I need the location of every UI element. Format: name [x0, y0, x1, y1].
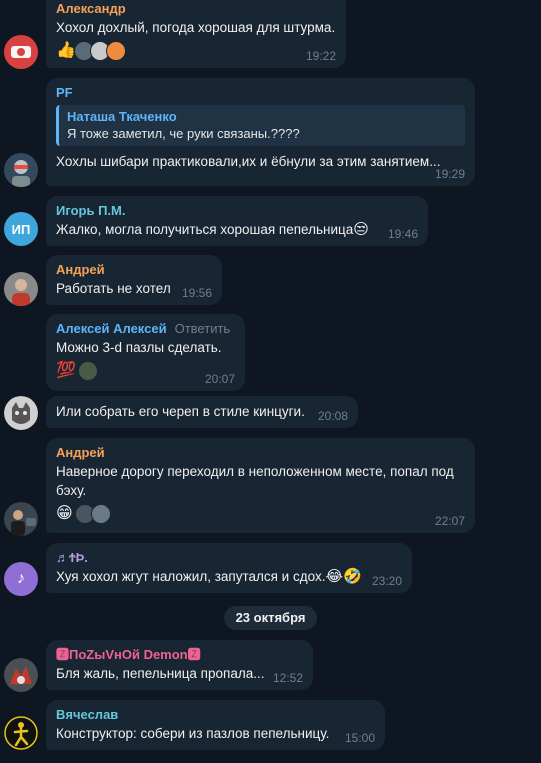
- reply-author: Наташа Ткаченко: [67, 109, 177, 124]
- message-sender[interactable]: Алексей Алексей Ответить: [56, 320, 235, 338]
- avatar-initials: ИП: [11, 221, 31, 237]
- reply-text: Я тоже заметил, че руки связаны.????: [67, 126, 300, 141]
- message-time: 15:00: [344, 731, 375, 745]
- message-bubble[interactable]: Или собрать его череп в стиле кинцуги. 2…: [46, 396, 358, 428]
- message-text: Хохол дохлый, погода хорошая для штурма.: [56, 20, 336, 35]
- reactions[interactable]: 😁: [56, 503, 465, 525]
- avatar[interactable]: [4, 502, 38, 536]
- message-sender[interactable]: Андрей: [56, 261, 212, 279]
- message-time: 19:29: [434, 167, 465, 181]
- reactor-avatar: [77, 361, 98, 381]
- avatar[interactable]: [4, 153, 38, 187]
- message-sender[interactable]: PF: [56, 84, 465, 102]
- message-sender[interactable]: Игорь П.М.: [56, 202, 418, 220]
- message-time: 19:46: [387, 227, 418, 241]
- message-bubble[interactable]: 🆉ПоZыVнОй Demon🆉 Бля жаль, пепельница пр…: [46, 640, 313, 690]
- message-time: 20:08: [317, 409, 348, 423]
- message-bubble[interactable]: Андрей Работать не хотел 19:56: [46, 255, 222, 305]
- message-text: Или собрать его череп в стиле кинцуги.: [56, 404, 305, 419]
- message-bubble[interactable]: ♬ϮÞ. Хуя хохол жгут наложил, запутался и…: [46, 543, 412, 593]
- message-text: Жалко, могла получиться хорошая пепельни…: [56, 221, 369, 238]
- message-time: 12:52: [272, 671, 303, 685]
- message-bubble[interactable]: Вячеслав Конструктор: собери из пазлов п…: [46, 700, 385, 750]
- message-text: Хуя хохол жгут наложил, запутался и сдох…: [56, 568, 362, 585]
- message-bubble[interactable]: Андрей Наверное дорогу переходил в непол…: [46, 438, 475, 533]
- avatar[interactable]: ♪: [4, 562, 38, 596]
- grin-reaction[interactable]: 😁: [56, 504, 73, 524]
- reply-quote[interactable]: Наташа Ткаченко Я тоже заметил, че руки …: [56, 105, 465, 146]
- message-text: Можно 3-d пазлы сделать.: [56, 340, 222, 355]
- music-note-icon: ♪: [17, 570, 25, 587]
- avatar[interactable]: [4, 716, 38, 750]
- message-time: 19:56: [181, 286, 212, 300]
- message-text: Хохлы шибари практиковали,их и ёбнули за…: [56, 154, 441, 169]
- avatar[interactable]: [4, 396, 38, 430]
- emoji: 😂🤣: [325, 568, 362, 585]
- avatar[interactable]: [4, 658, 38, 692]
- avatar[interactable]: [4, 35, 38, 69]
- reactions[interactable]: 👍: [56, 40, 336, 62]
- message-bubble[interactable]: PF Наташа Ткаченко Я тоже заметил, че ру…: [46, 78, 475, 186]
- message-text: Бля жаль, пепельница пропала...: [56, 666, 265, 681]
- reactor-avatar: [90, 504, 111, 524]
- hundred-reaction[interactable]: 💯: [56, 361, 76, 381]
- message-sender[interactable]: Александр: [56, 0, 336, 18]
- message-time: 20:07: [204, 372, 235, 386]
- message-sender[interactable]: ♬ϮÞ.: [56, 549, 402, 567]
- message-sender[interactable]: Вячеслав: [56, 706, 375, 724]
- message-bubble[interactable]: Алексей Алексей Ответить Можно 3-d пазлы …: [46, 314, 245, 391]
- avatar[interactable]: [4, 272, 38, 306]
- message-sender[interactable]: Андрей: [56, 444, 465, 462]
- avatar[interactable]: ИП: [4, 212, 38, 246]
- message-text: Конструктор: собери из пазлов пепельницу…: [56, 726, 330, 741]
- message-time: 23:20: [371, 574, 402, 588]
- message-text-line2: бэху.: [56, 483, 87, 498]
- reactor-avatar: [105, 41, 126, 61]
- emoji: 😒: [353, 221, 369, 238]
- message-bubble[interactable]: Александр Хохол дохлый, погода хорошая д…: [46, 0, 346, 68]
- message-time: 19:22: [305, 49, 336, 63]
- message-bubble[interactable]: Игорь П.М. Жалко, могла получиться хорош…: [46, 196, 428, 246]
- thumbs-up-reaction[interactable]: 👍: [56, 41, 76, 61]
- message-time: 22:07: [434, 514, 465, 528]
- message-text: Наверное дорогу переходил в неположенном…: [56, 464, 454, 479]
- date-separator: 23 октября: [223, 606, 318, 630]
- reply-action-link[interactable]: Ответить: [175, 321, 231, 336]
- message-sender[interactable]: 🆉ПоZыVнОй Demon🆉: [56, 646, 303, 664]
